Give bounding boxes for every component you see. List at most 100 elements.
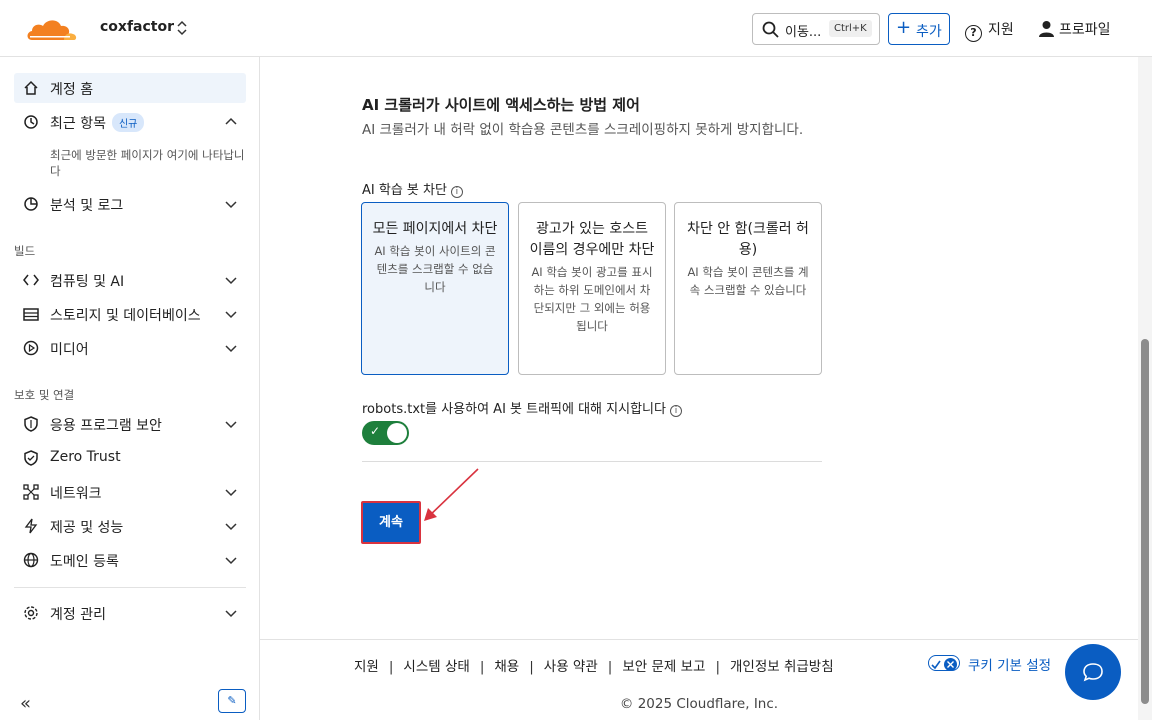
shield-check-icon (24, 450, 38, 466)
cookie-preferences-link[interactable]: 쿠키 기본 설정 (968, 654, 1051, 674)
help-icon: ? (965, 25, 982, 42)
robots-txt-toggle[interactable]: ✓ (362, 421, 409, 445)
footer-links: 지원 | 시스템 상태 | 채용 | 사용 약관 | 보안 문제 보고 | 개인정보 취급방침 (354, 655, 834, 675)
chevron-down-icon (225, 489, 237, 497)
lightning-icon (24, 518, 38, 534)
sidebar-item-zero-trust[interactable]: Zero Trust (14, 443, 246, 473)
profile-label: 프로파일 (1059, 22, 1111, 38)
history-icon (24, 115, 38, 129)
account-name[interactable]: coxfactor (100, 19, 174, 35)
section-label-protect: 보호 및 연결 (14, 388, 75, 402)
block-bots-label: AI 학습 봇 차단 i (362, 179, 463, 198)
sidebar-item-app-security[interactable]: 응용 프로그램 보안 (14, 409, 246, 439)
sidebar-item-label: 스토리지 및 데이터베이스 (50, 308, 201, 324)
sidebar-item-compute[interactable]: 컴퓨팅 및 AI (14, 265, 246, 295)
footer-link-status[interactable]: 시스템 상태 (403, 659, 469, 675)
sidebar-item-domain-registration[interactable]: 도메인 등록 (14, 545, 246, 575)
sidebar-item-account-home[interactable]: 계정 홈 (14, 73, 246, 103)
separator: | (479, 659, 485, 675)
section-title: AI 크롤러가 사이트에 액세스하는 방법 제어 (362, 96, 640, 114)
plus-icon: + (896, 17, 912, 38)
recent-label: 최근 항목 (50, 116, 106, 132)
cloudflare-logo[interactable] (24, 16, 78, 42)
footer-link-terms[interactable]: 사용 약관 (544, 659, 598, 675)
sidebar-item-label: 계정 관리 (50, 607, 106, 623)
toggle-knob (387, 423, 407, 443)
sidebar-item-storage[interactable]: 스토리지 및 데이터베이스 (14, 299, 246, 329)
database-icon (23, 308, 39, 321)
chevron-up-icon (225, 117, 237, 125)
option-block-all-pages[interactable]: 모든 페이지에서 차단 AI 학습 봇이 사이트의 콘텐츠를 스크랩할 수 없습… (361, 202, 509, 375)
sidebar-item-label: Zero Trust (50, 449, 121, 465)
new-badge: 신규 (111, 113, 145, 132)
option-description: AI 학습 봇이 콘텐츠를 계속 스크랩할 수 있습니다 (687, 265, 809, 297)
option-title: 차단 안 함(크롤러 허용) (687, 221, 809, 258)
sidebar-divider (14, 587, 246, 588)
chart-pie-icon (24, 197, 38, 211)
footer-link-careers[interactable]: 채용 (494, 659, 519, 675)
chat-bubble-icon (1083, 663, 1103, 682)
add-button[interactable]: + 추가 (888, 13, 950, 45)
option-description: AI 학습 봇이 사이트의 콘텐츠를 스크랩할 수 없습니다 (374, 244, 496, 294)
separator: | (607, 659, 613, 675)
chevron-down-icon (225, 610, 237, 618)
sidebar: 계정 홈 최근 항목 신규 최근에 방문한 페이지가 여기에 나타납니다 분석 및… (0, 57, 260, 720)
sidebar-item-label: 응용 프로그램 보안 (50, 418, 162, 434)
info-icon[interactable]: i (669, 405, 682, 417)
check-icon: ✓ (370, 424, 381, 438)
option-block-ad-hostnames[interactable]: 광고가 있는 호스트 이름의 경우에만 차단 AI 학습 봇이 광고를 표시하는… (518, 202, 666, 375)
chevron-down-icon (225, 421, 237, 429)
option-title: 광고가 있는 호스트 이름의 경우에만 차단 (529, 221, 655, 258)
robots-txt-text: robots.txt를 사용하여 AI 봇 트래픽에 대해 지시합니다 (362, 402, 666, 417)
sidebar-item-label: 분석 및 로그 (50, 198, 124, 214)
footer-link-support[interactable]: 지원 (354, 659, 379, 675)
block-bots-text: AI 학습 봇 차단 (362, 183, 447, 198)
recent-empty-note: 최근에 방문한 페이지가 여기에 나타납니다 (50, 148, 245, 178)
sidebar-item-label: 도메인 등록 (50, 554, 119, 570)
code-icon (23, 274, 39, 286)
chat-button[interactable] (1065, 644, 1121, 700)
section-label-build: 빌드 (14, 244, 36, 258)
sidebar-item-analytics[interactable]: 분석 및 로그 (14, 189, 246, 219)
continue-button[interactable]: 계속 (361, 501, 421, 544)
chevron-down-icon (225, 345, 237, 353)
sidebar-item-label: 네트워크 (50, 486, 102, 502)
scrollbar-thumb[interactable] (1141, 339, 1149, 704)
chevron-updown-icon[interactable] (175, 18, 189, 38)
section-divider (362, 461, 822, 462)
shield-icon (24, 416, 38, 432)
cookie-preferences-icon[interactable] (928, 655, 960, 671)
add-label: 추가 (916, 24, 942, 40)
separator: | (715, 659, 720, 675)
play-circle-icon (23, 340, 39, 356)
network-icon (23, 484, 39, 500)
sidebar-item-recent[interactable]: 최근 항목 신규 (14, 107, 246, 137)
option-do-not-block[interactable]: 차단 안 함(크롤러 허용) AI 학습 봇이 콘텐츠를 계속 스크랩할 수 있… (674, 202, 822, 375)
chevron-down-icon (225, 201, 237, 209)
sidebar-item-label: 최근 항목 신규 (50, 113, 145, 133)
separator: | (388, 659, 394, 675)
robots-txt-label: robots.txt를 사용하여 AI 봇 트래픽에 대해 지시합니다 i (362, 398, 682, 417)
support-label: 지원 (988, 22, 1014, 38)
gear-icon (24, 606, 38, 620)
feedback-icon[interactable]: ✎ (218, 689, 246, 713)
chevron-down-icon (225, 523, 237, 531)
scrollbar[interactable] (1138, 57, 1152, 720)
sidebar-item-media[interactable]: 미디어 (14, 333, 246, 363)
footer-link-security[interactable]: 보안 문제 보고 (622, 659, 705, 675)
copyright: © 2025 Cloudflare, Inc. (619, 696, 779, 712)
sidebar-item-network[interactable]: 네트워크 (14, 477, 246, 507)
section-description: AI 크롤러가 내 허락 없이 학습용 콘텐츠를 스크레이핑하지 못하게 방지합… (362, 122, 804, 138)
profile-menu[interactable]: 프로파일 (1038, 19, 1111, 39)
sidebar-item-delivery[interactable]: 제공 및 성능 (14, 511, 246, 541)
footer-link-privacy[interactable]: 개인정보 취급방침 (730, 659, 834, 675)
collapse-sidebar-icon[interactable]: « (20, 693, 31, 714)
globe-icon (23, 552, 39, 568)
sidebar-item-label: 제공 및 성능 (50, 520, 124, 536)
support-menu[interactable]: ? 지원 (965, 19, 1014, 42)
sidebar-item-account-management[interactable]: 계정 관리 (14, 598, 246, 628)
search-button[interactable]: 이동... Ctrl+K (752, 13, 880, 45)
home-icon (24, 80, 38, 95)
info-icon[interactable]: i (450, 186, 463, 198)
annotation-arrow (424, 468, 479, 521)
